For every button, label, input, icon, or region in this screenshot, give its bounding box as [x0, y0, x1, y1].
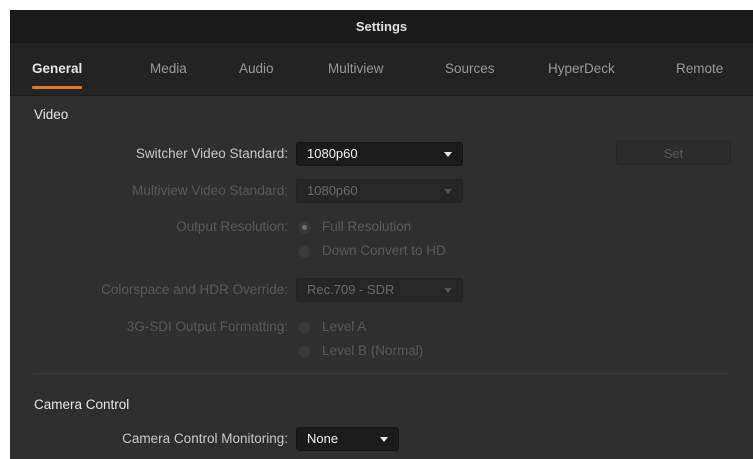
tab-label: Sources [445, 61, 495, 76]
output-resolution-label: Output Resolution: [176, 219, 288, 234]
video-section-title: Video [34, 107, 69, 122]
camera-control-monitoring-label: Camera Control Monitoring: [122, 431, 288, 446]
radio-label: Level B (Normal) [322, 343, 424, 358]
active-tab-indicator [32, 86, 83, 89]
camera-control-section-title: Camera Control [34, 397, 130, 412]
chevron-down-icon [444, 288, 452, 293]
tab-bar: General Media Audio Multiview Sources Hy… [10, 43, 753, 96]
tab-label: General [32, 61, 83, 76]
tab-label: Media [150, 61, 187, 76]
switcher-video-standard-label: Switcher Video Standard: [135, 146, 288, 161]
radio-selected-icon [298, 221, 311, 234]
radio-label: Down Convert to HD [322, 243, 446, 258]
chevron-down-icon [444, 152, 452, 157]
section-divider [34, 373, 729, 374]
radio-label: Level A [322, 319, 367, 334]
settings-window: Settings General Media Audio Multiview S… [10, 10, 753, 459]
radio-label: Full Resolution [322, 219, 412, 234]
tab-hyperdeck[interactable]: HyperDeck [548, 43, 615, 95]
chevron-down-icon [380, 437, 388, 442]
tab-label: Audio [239, 61, 274, 76]
switcher-video-standard-dropdown[interactable]: 1080p60 [296, 142, 463, 166]
colorspace-label: Colorspace and HDR Override: [101, 282, 288, 297]
dropdown-value: 1080p60 [307, 183, 358, 198]
camera-control-monitoring-dropdown[interactable]: None [296, 427, 399, 451]
radio-icon [298, 345, 311, 358]
tab-sources[interactable]: Sources [445, 43, 495, 95]
tab-media[interactable]: Media [150, 43, 187, 95]
dropdown-value: None [307, 431, 339, 446]
sdi-output-formatting-label: 3G-SDI Output Formatting: [126, 319, 288, 334]
tab-multiview[interactable]: Multiview [328, 43, 384, 95]
chevron-down-icon [444, 189, 452, 194]
radio-icon [298, 321, 311, 334]
multiview-video-standard-label: Multiview Video Standard: [132, 183, 288, 198]
tab-label: HyperDeck [548, 61, 615, 76]
radio-icon [298, 245, 311, 258]
set-button[interactable]: Set [616, 141, 731, 165]
window-title: Settings [10, 10, 753, 43]
tab-general[interactable]: General [32, 43, 83, 95]
dropdown-value: Rec.709 - SDR [307, 282, 395, 297]
tab-remote[interactable]: Remote [676, 43, 723, 95]
dropdown-value: 1080p60 [307, 146, 358, 161]
multiview-video-standard-dropdown[interactable]: 1080p60 [296, 179, 463, 203]
tab-audio[interactable]: Audio [239, 43, 274, 95]
colorspace-dropdown[interactable]: Rec.709 - SDR [296, 278, 463, 302]
tab-label: Multiview [328, 61, 384, 76]
tab-label: Remote [676, 61, 724, 76]
